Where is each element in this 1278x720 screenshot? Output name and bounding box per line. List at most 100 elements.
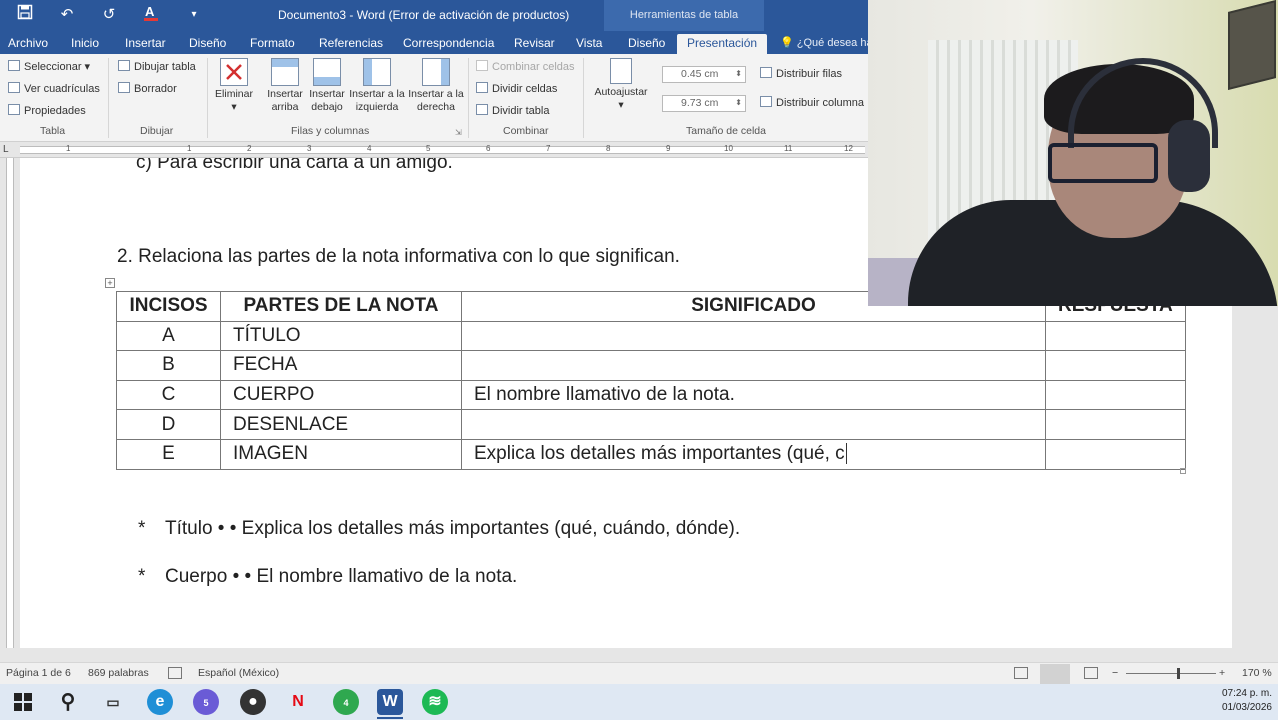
tab-diseno[interactable]: Diseño xyxy=(189,34,226,54)
edge-icon[interactable]: e xyxy=(147,689,173,715)
table-cell[interactable]: Explica los detalles más importantes (qu… xyxy=(461,438,1046,470)
whatsapp-icon[interactable]: 4 xyxy=(333,689,359,715)
bullet-text: Título • • Explica los detalles más impo… xyxy=(165,518,741,539)
redo-icon[interactable]: ↺ xyxy=(98,4,120,26)
zoom-slider[interactable] xyxy=(1126,673,1216,674)
page-count[interactable]: Página 1 de 6 xyxy=(6,667,71,679)
table-cell[interactable]: D xyxy=(116,409,221,440)
ruler-number: 6 xyxy=(486,144,491,153)
tab-selector-icon[interactable]: L xyxy=(3,144,9,155)
ruler-number: 5 xyxy=(426,144,431,153)
table-cell[interactable] xyxy=(1045,438,1186,470)
ver-cuadriculas-button[interactable]: Ver cuadrículas xyxy=(8,81,100,97)
group-label-combinar: Combinar xyxy=(503,125,549,137)
table-cell[interactable]: C xyxy=(116,379,221,411)
tab-presentacion[interactable]: Presentación xyxy=(677,34,768,54)
eliminar-button[interactable]: Eliminar ▾ xyxy=(211,58,257,114)
insertar-derecha-button[interactable]: Insertar a la derecha xyxy=(408,58,464,114)
table-cell[interactable]: B xyxy=(116,350,221,381)
browser-icon[interactable]: 5 xyxy=(193,689,219,715)
propiedades-button[interactable]: Propiedades xyxy=(8,103,86,119)
table-cell[interactable] xyxy=(461,320,1046,352)
proofing-icon[interactable] xyxy=(168,667,182,679)
windows-start-icon[interactable] xyxy=(10,689,36,715)
spinner-icon[interactable]: ⬍ xyxy=(735,95,742,110)
seleccionar-button[interactable]: Seleccionar ▾ xyxy=(8,59,90,75)
language[interactable]: Español (México) xyxy=(198,667,279,679)
word-icon[interactable]: W xyxy=(377,689,403,715)
dividir-celdas-button[interactable]: Dividir celdas xyxy=(476,81,557,97)
cell-width-input[interactable]: 9.73 cm ⬍ xyxy=(662,95,746,112)
zoom-out-button[interactable]: − xyxy=(1112,667,1118,679)
dividir-tabla-button[interactable]: Dividir tabla xyxy=(476,103,549,119)
borrador-button[interactable]: Borrador xyxy=(118,81,177,97)
tab-archivo[interactable]: Archivo xyxy=(8,34,48,54)
chevron-down-icon[interactable]: ▾ xyxy=(183,4,205,26)
insertar-arriba-button[interactable]: Insertar arriba xyxy=(263,58,307,114)
notes-table[interactable]: INCISOS PARTES DE LA NOTA SIGNIFICADO RE… xyxy=(116,291,1186,470)
save-icon[interactable] xyxy=(14,4,36,26)
zoom-level[interactable]: 170 % xyxy=(1242,667,1272,679)
undo-icon[interactable]: ↶ xyxy=(56,4,78,26)
tab-inicio[interactable]: Inicio xyxy=(71,34,99,54)
tab-insertar[interactable]: Insertar xyxy=(125,34,166,54)
tab-referencias[interactable]: Referencias xyxy=(319,34,383,54)
combinar-celdas-button[interactable]: Combinar celdas xyxy=(476,59,575,75)
table-cell[interactable] xyxy=(1045,379,1186,411)
table-cell[interactable] xyxy=(461,350,1046,381)
autoajustar-button[interactable]: Autoajustar ▾ xyxy=(590,58,652,112)
window-title: Documento3 - Word (Error de activación d… xyxy=(278,8,570,22)
insert-below-icon xyxy=(313,58,341,86)
cell-height-input[interactable]: 0.45 cm ⬍ xyxy=(662,66,746,83)
table-cell[interactable]: IMAGEN xyxy=(220,438,462,470)
search-icon[interactable]: ⚲ xyxy=(55,689,81,715)
autofit-icon xyxy=(610,58,632,84)
vertical-ruler[interactable] xyxy=(0,158,18,648)
table-cell[interactable]: E xyxy=(116,438,221,470)
tab-correspondencia[interactable]: Correspondencia xyxy=(403,34,494,54)
netflix-icon[interactable]: N xyxy=(285,689,311,715)
horizontal-ruler[interactable]: L 1 1 2 3 4 5 6 7 8 9 10 11 12 xyxy=(0,142,868,158)
distribuir-columnas-button[interactable]: Distribuir columna xyxy=(760,95,864,111)
dividir-tabla-label: Dividir tabla xyxy=(492,105,550,117)
table-cell[interactable]: El nombre llamativo de la nota. xyxy=(461,379,1046,411)
dialog-launcher-icon[interactable]: ⇲ xyxy=(455,125,462,141)
spinner-icon[interactable]: ⬍ xyxy=(735,66,742,81)
table-cell[interactable] xyxy=(1045,350,1186,381)
group-separator xyxy=(468,58,469,138)
zoom-in-button[interactable]: + xyxy=(1219,667,1225,679)
table-cell[interactable]: FECHA xyxy=(220,350,462,381)
table-cell[interactable]: CUERPO xyxy=(220,379,462,411)
table-cell[interactable] xyxy=(461,409,1046,440)
insertar-debajo-button[interactable]: Insertar debajo xyxy=(306,58,348,114)
print-layout-icon[interactable] xyxy=(1040,664,1070,684)
distribuir-filas-button[interactable]: Distribuir filas xyxy=(760,66,842,82)
read-mode-icon[interactable] xyxy=(1014,667,1028,679)
eraser-icon xyxy=(118,82,130,93)
tab-revisar[interactable]: Revisar xyxy=(514,34,555,54)
font-color-icon[interactable]: A xyxy=(140,4,162,26)
tell-me-box[interactable]: 💡 ¿Qué desea ha xyxy=(780,36,873,49)
clock[interactable]: 07:24 p. m. 01/03/2026 xyxy=(1222,687,1272,715)
tab-formato[interactable]: Formato xyxy=(250,34,295,54)
table-cell[interactable]: A xyxy=(116,320,221,352)
webcam-poster xyxy=(1228,0,1276,90)
table-header-cell[interactable]: PARTES DE LA NOTA xyxy=(220,291,462,322)
zoom-slider-thumb[interactable] xyxy=(1177,668,1180,679)
chrome-icon[interactable]: ● xyxy=(240,689,266,715)
spotify-icon[interactable]: ≋ xyxy=(422,689,448,715)
table-cell[interactable] xyxy=(1045,320,1186,352)
task-view-icon[interactable]: ▭ xyxy=(100,689,126,715)
table-cell[interactable] xyxy=(1045,409,1186,440)
tab-vista[interactable]: Vista xyxy=(576,34,602,54)
table-resize-handle-icon[interactable] xyxy=(1180,468,1186,474)
web-layout-icon[interactable] xyxy=(1084,667,1098,679)
word-count[interactable]: 869 palabras xyxy=(88,667,149,679)
table-cell[interactable]: TÍTULO xyxy=(220,320,462,352)
table-header-cell[interactable]: INCISOS xyxy=(116,291,221,322)
dibujar-tabla-button[interactable]: Dibujar tabla xyxy=(118,59,196,75)
insertar-izquierda-button[interactable]: Insertar a la izquierda xyxy=(348,58,406,114)
table-cell[interactable]: DESENLACE xyxy=(220,409,462,440)
table-move-handle-icon[interactable]: + xyxy=(105,278,115,288)
tab-diseno-tabla[interactable]: Diseño xyxy=(628,34,665,54)
